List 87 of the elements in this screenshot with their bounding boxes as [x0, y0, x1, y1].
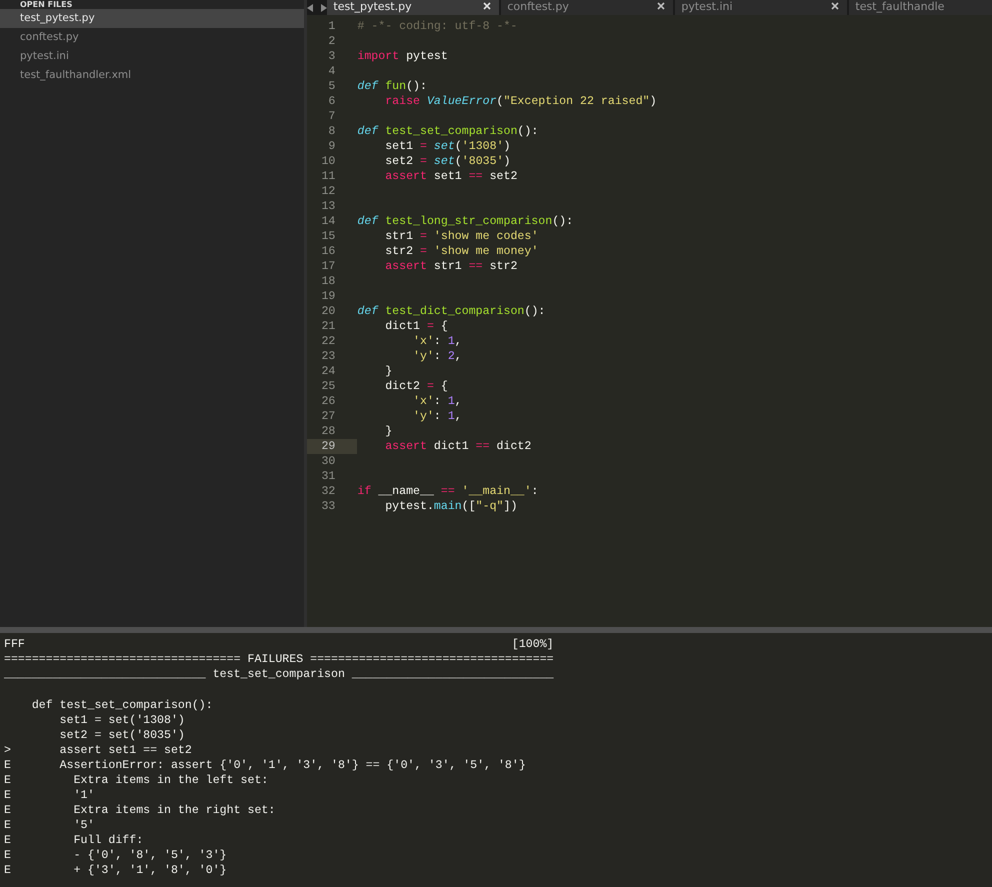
line-number: 20 — [320, 304, 336, 319]
line-number: 30 — [320, 454, 336, 469]
line-number: 18 — [320, 274, 336, 289]
output-line: E AssertionError: assert {'0', '1', '3', '8'} == {'0', '3', '5', '8'} — [4, 758, 527, 773]
close-icon[interactable] — [657, 2, 666, 10]
line-number: 28 — [320, 424, 336, 439]
editor-tab[interactable]: conftest.py — [501, 0, 674, 15]
output-line: E Extra items in the right set: — [4, 803, 276, 818]
code-line: assert set1 == set2 — [384, 169, 518, 184]
code-line: dict2 = { — [384, 379, 448, 394]
line-number: 31 — [320, 469, 336, 484]
code-line: assert dict1 == dict2 — [384, 439, 532, 454]
line-number: 8 — [327, 124, 336, 139]
code-line: 'x': 1, — [412, 394, 462, 409]
code-line: set1 = set('1308') — [384, 139, 510, 154]
code-line: 'x': 1, — [412, 334, 462, 349]
sidebar-header: OPEN FILES — [19, 0, 74, 9]
line-number: 13 — [320, 199, 336, 214]
output-line: E Full diff: — [4, 833, 144, 848]
code-line: } — [384, 364, 392, 379]
line-number: 12 — [320, 184, 336, 199]
output-line: E + {'3', '1', '8', '0'} — [4, 863, 228, 878]
progress-text: FFF — [4, 637, 25, 652]
code-line: 'y': 1, — [412, 409, 462, 424]
line-number: 17 — [320, 259, 336, 274]
line-number: 14 — [320, 214, 336, 229]
test-section-header: _____________________________ test_set_comparison _____________________________ — [4, 667, 555, 682]
line-number: 24 — [320, 364, 336, 379]
code-line: raise ValueError("Exception 22 raised") — [384, 94, 657, 109]
code-line: pytest.main(["-q"]) — [384, 499, 518, 514]
code-line: def test_long_str_comparison(): — [357, 214, 574, 229]
code-line: str1 = 'show me codes' — [384, 229, 538, 244]
line-number: 3 — [327, 49, 336, 64]
line-number: 15 — [320, 229, 336, 244]
output-line: E - {'0', '8', '5', '3'} — [4, 848, 228, 863]
line-number: 19 — [320, 289, 336, 304]
line-number: 1 — [327, 19, 336, 34]
code-line: import pytest — [357, 49, 448, 64]
output-line: E '5' — [4, 818, 96, 833]
sidebar-file-item[interactable]: conftest.py — [0, 28, 304, 47]
line-number: 2 — [327, 34, 336, 49]
sidebar-file-item[interactable]: test_pytest.py — [0, 9, 304, 28]
sidebar-file-item[interactable]: pytest.ini — [0, 47, 304, 66]
code-line: } — [384, 424, 392, 439]
output-line: set1 = set('1308') — [58, 713, 186, 728]
code-line: def test_dict_comparison(): — [357, 304, 546, 319]
line-number: 33 — [320, 499, 336, 514]
line-number: 5 — [327, 79, 336, 94]
code-line: assert str1 == str2 — [384, 259, 518, 274]
line-number: 22 — [320, 334, 336, 349]
output-line: E Extra items in the left set: — [4, 773, 270, 788]
percent-text: [100%] — [512, 637, 554, 652]
line-number: 4 — [327, 64, 336, 79]
line-number: 10 — [320, 154, 336, 169]
right-arrow-icon[interactable] — [321, 4, 328, 12]
code-line: def test_set_comparison(): — [357, 124, 538, 139]
output-line: def test_set_comparison(): — [30, 698, 214, 713]
code-line: set2 = set('8035') — [384, 154, 510, 169]
output-line: > assert set1 == set2 — [4, 743, 193, 758]
line-number: 6 — [327, 94, 336, 109]
line-number: 9 — [327, 139, 336, 154]
line-number: 26 — [320, 394, 336, 409]
line-number: 27 — [320, 409, 336, 424]
line-number: 11 — [320, 169, 336, 184]
code-line: if __name__ == '__main__': — [357, 484, 538, 499]
line-number: 21 — [320, 319, 336, 334]
code-line: 'y': 2, — [412, 349, 462, 364]
code-line: dict1 = { — [384, 319, 448, 334]
line-number: 32 — [320, 484, 336, 499]
code-line: # -*- coding: utf-8 -*- — [357, 19, 518, 34]
editor-tab[interactable]: test_faulthandle — [849, 0, 992, 15]
sidebar-file-item[interactable]: test_faulthandler.xml — [0, 66, 304, 85]
line-number: 23 — [320, 349, 336, 364]
editor-tab[interactable]: test_pytest.py — [327, 0, 500, 15]
line-number: 29 — [307, 439, 358, 454]
output-line: set2 = set('8035') — [58, 728, 186, 743]
code-line: str2 = 'show me money' — [384, 244, 538, 259]
left-arrow-icon[interactable] — [307, 4, 314, 12]
line-number: 25 — [320, 379, 336, 394]
editor-tab[interactable]: pytest.ini — [675, 0, 848, 15]
output-line: E '1' — [4, 788, 96, 803]
failures-header: ================================== FAILURES =================================== — [4, 652, 555, 667]
code-line: def fun(): — [357, 79, 427, 94]
close-icon[interactable] — [483, 2, 492, 10]
line-number: 16 — [320, 244, 336, 259]
close-icon[interactable] — [831, 2, 840, 10]
line-number: 7 — [327, 109, 336, 124]
